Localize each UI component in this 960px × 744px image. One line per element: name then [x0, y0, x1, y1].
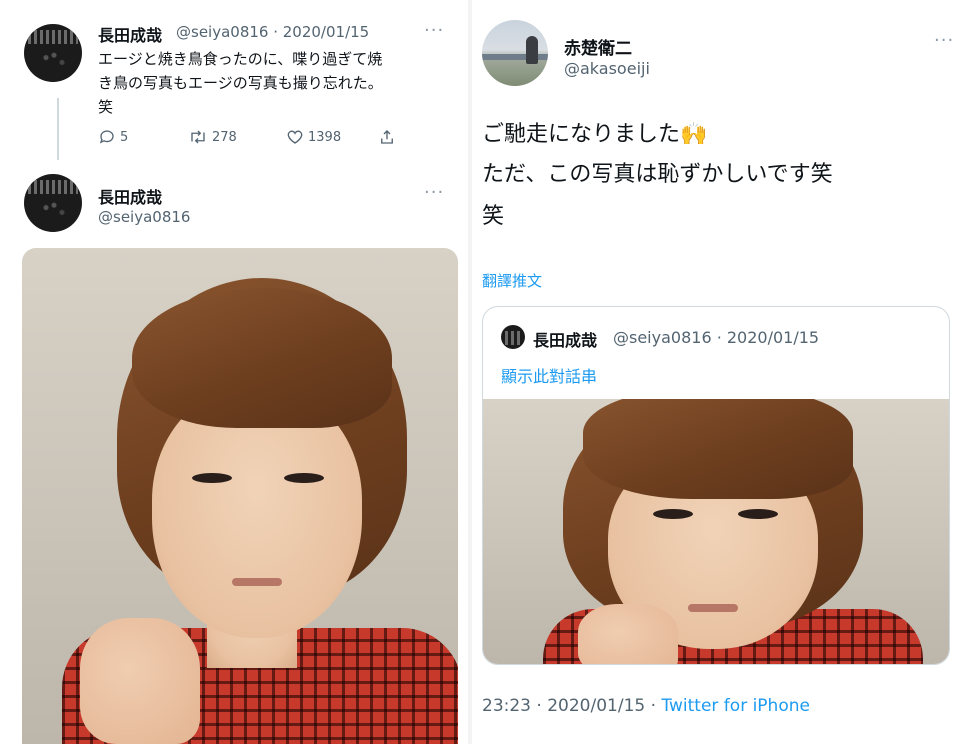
quoted-tweet-card[interactable]: 長田成哉 @seiya0816 · 2020/01/15 顯示此對話串 [482, 306, 950, 665]
tweet-text-line-3: 笑 [482, 204, 505, 229]
avatar[interactable] [24, 24, 82, 82]
tweet-meta: @seiya0816 · 2020/01/15 [176, 23, 370, 41]
share-button[interactable] [378, 126, 396, 148]
author-name[interactable]: 長田成哉 [98, 22, 162, 46]
heart-icon [286, 128, 304, 146]
tweet-text-line-1: ご馳走になりました🙌 [482, 122, 708, 147]
photo-fist [80, 618, 200, 744]
quoted-tweet-meta: @seiya0816 · 2020/01/15 [613, 328, 820, 347]
retweet-icon [188, 128, 208, 146]
photo-mouth [688, 604, 738, 612]
separator-dot: · [536, 696, 542, 716]
left-screenshot: 長田成哉 @seiya0816 · 2020/01/15 ··· エージと焼き鳥… [0, 0, 468, 744]
more-options-icon[interactable]: ··· [424, 182, 444, 203]
photo-hair-fringe [132, 288, 392, 428]
reply-icon [98, 128, 116, 146]
translate-tweet-link[interactable]: 翻譯推文 [482, 270, 542, 291]
photo-mouth [232, 578, 282, 586]
reply-count: 5 [120, 129, 129, 145]
like-count: 1398 [308, 129, 342, 145]
author-handle: @akasoeiji [564, 59, 650, 78]
tweet-text-line-2: ただ、この写真は恥ずかしいです笑 [482, 162, 833, 187]
thread-connector [57, 98, 59, 160]
tweet-text-line-3: 笑 [98, 98, 114, 116]
author-name[interactable]: 長田成哉 [98, 184, 162, 208]
tweet-photo[interactable] [22, 248, 458, 744]
tweet-client-link[interactable]: Twitter for iPhone [661, 696, 810, 716]
retweet-button[interactable]: 278 [188, 126, 237, 148]
separator-dot: · [650, 696, 657, 716]
right-screenshot: 赤楚衛二 @akasoeiji ··· ご馳走になりました🙌 ただ、この写真は恥… [472, 0, 960, 744]
tweet-text-line-1: エージと焼き鳥食ったのに、喋り過ぎて焼 [98, 50, 383, 68]
tweet-date[interactable]: 2020/01/15 [547, 696, 645, 716]
photo-eye-right [284, 473, 324, 483]
like-button[interactable]: 1398 [286, 126, 341, 148]
quoted-author-name: 長田成哉 [533, 331, 598, 350]
show-thread-link[interactable]: 顯示此對話串 [501, 363, 597, 387]
quoted-tweet-photo[interactable] [483, 399, 949, 664]
more-options-icon[interactable]: ··· [934, 30, 954, 51]
tweet-timestamp-row: 23:23 · 2020/01/15 · Twitter for iPhone [482, 696, 810, 716]
retweet-count: 278 [212, 129, 237, 145]
avatar[interactable] [482, 20, 548, 86]
reply-button[interactable]: 5 [98, 126, 128, 148]
photo-eye-right [738, 509, 778, 519]
photo-hair-fringe [583, 399, 853, 499]
author-handle: @seiya0816 [98, 208, 191, 226]
more-options-icon[interactable]: ··· [424, 20, 444, 41]
tweet-text-line-2: き鳥の写真もエージの写真も撮り忘れた。 [98, 74, 383, 92]
avatar[interactable] [24, 174, 82, 232]
share-icon [378, 128, 396, 146]
photo-fist [578, 604, 678, 664]
avatar [501, 325, 525, 349]
tweet-time[interactable]: 23:23 [482, 696, 531, 716]
photo-eye-left [653, 509, 693, 519]
photo-eye-left [192, 473, 232, 483]
author-name[interactable]: 赤楚衛二 [564, 34, 632, 59]
